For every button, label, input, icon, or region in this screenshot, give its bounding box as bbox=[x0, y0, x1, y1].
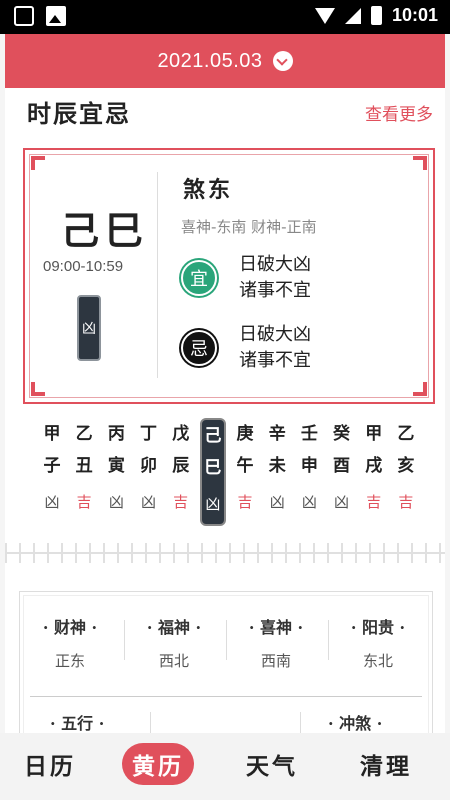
hour-detail-card: 己巳 09:00-10:59 凶 煞东 喜神-东南 财神-正南 宜 日破大凶 诸… bbox=[23, 148, 435, 404]
five-elements-title: · 五行 · bbox=[50, 714, 105, 733]
nav-weather[interactable]: 天气 bbox=[246, 747, 298, 781]
ji-text: 日破大凶 诸事不宜 bbox=[239, 322, 311, 374]
hour-column[interactable]: 乙丑吉 bbox=[71, 418, 97, 526]
decorative-pattern-divider bbox=[5, 543, 445, 563]
divider bbox=[157, 172, 158, 378]
divider bbox=[30, 696, 422, 697]
section-title: 时辰宜忌 bbox=[27, 99, 131, 128]
image-notification-icon bbox=[46, 6, 66, 26]
nav-almanac[interactable]: 黄历 bbox=[122, 743, 194, 785]
sha-direction: 煞东 bbox=[183, 177, 234, 203]
hour-column[interactable]: 癸酉凶 bbox=[329, 418, 355, 526]
hour-column[interactable]: 壬申凶 bbox=[296, 418, 322, 526]
ji-line: 日破大凶 bbox=[239, 324, 311, 345]
hour-column[interactable]: 甲戌吉 bbox=[361, 418, 387, 526]
gods-directions: 喜神-东南 财神-正南 bbox=[181, 218, 317, 236]
yi-line: 日破大凶 bbox=[239, 254, 311, 275]
yi-text: 日破大凶 诸事不宜 bbox=[239, 252, 311, 304]
nav-cleanup[interactable]: 清理 bbox=[360, 747, 412, 781]
notification-square-icon bbox=[14, 6, 34, 26]
god-cell-joy: · 喜神 · 西南 bbox=[248, 618, 304, 670]
god-cell-wealth: · 财神 · 正东 bbox=[42, 618, 98, 670]
hour-column[interactable]: 甲子凶 bbox=[39, 418, 65, 526]
hour-column[interactable]: 辛未凶 bbox=[264, 418, 290, 526]
ji-line: 诸事不宜 bbox=[239, 350, 311, 371]
corner-ornament bbox=[413, 156, 427, 170]
main-content: 时辰宜忌 查看更多 己巳 09:00-10:59 凶 煞东 喜神-东南 财神-正… bbox=[5, 88, 445, 733]
yi-badge: 宜 bbox=[181, 260, 217, 296]
date-picker-header[interactable]: 2021.05.03 bbox=[5, 34, 445, 88]
hours-row: 甲子凶 乙丑吉 丙寅凶 丁卯凶 戊辰吉 己巳凶 庚午吉 辛未凶 壬申凶 癸酉凶 … bbox=[39, 418, 419, 526]
corner-ornament bbox=[31, 382, 45, 396]
hour-column[interactable]: 庚午吉 bbox=[232, 418, 258, 526]
hour-column[interactable]: 乙亥吉 bbox=[393, 418, 419, 526]
signal-icon bbox=[344, 7, 361, 24]
hour-column[interactable]: 丁卯凶 bbox=[136, 418, 162, 526]
hour-range: 09:00-10:59 bbox=[43, 258, 124, 275]
god-cell-yang-noble: · 阳贵 · 东北 bbox=[350, 618, 406, 670]
view-more-link[interactable]: 查看更多 bbox=[365, 100, 433, 125]
hour-name: 己巳 bbox=[61, 208, 150, 253]
clash-title: · 冲煞 · bbox=[328, 714, 383, 733]
hour-column[interactable]: 戊辰吉 bbox=[168, 418, 194, 526]
hour-column[interactable]: 丙寅凶 bbox=[103, 418, 129, 526]
hour-column-selected[interactable]: 己巳凶 bbox=[199, 418, 226, 526]
hour-luck-tag: 凶 bbox=[77, 295, 101, 361]
corner-ornament bbox=[413, 382, 427, 396]
gods-directions-card: · 财神 · 正东 · 福神 · 西北 · 喜神 · 西南 · 阳贵 · 东北 … bbox=[19, 591, 433, 733]
corner-ornament bbox=[31, 156, 45, 170]
battery-icon bbox=[370, 6, 382, 25]
current-date[interactable]: 2021.05.03 bbox=[157, 50, 262, 73]
status-bar: 10:01 bbox=[0, 0, 450, 34]
wifi-icon bbox=[314, 7, 335, 24]
divider bbox=[150, 712, 151, 733]
bottom-navigation: 日历 黄历 天气 清理 bbox=[0, 733, 450, 800]
chevron-down-icon[interactable] bbox=[272, 51, 293, 71]
divider bbox=[300, 712, 301, 733]
nav-calendar[interactable]: 日历 bbox=[24, 747, 76, 781]
god-cell-fortune: · 福神 · 西北 bbox=[146, 618, 202, 670]
clock: 10:01 bbox=[391, 5, 438, 25]
ji-badge: 忌 bbox=[181, 330, 217, 366]
yi-line: 诸事不宜 bbox=[239, 280, 311, 301]
